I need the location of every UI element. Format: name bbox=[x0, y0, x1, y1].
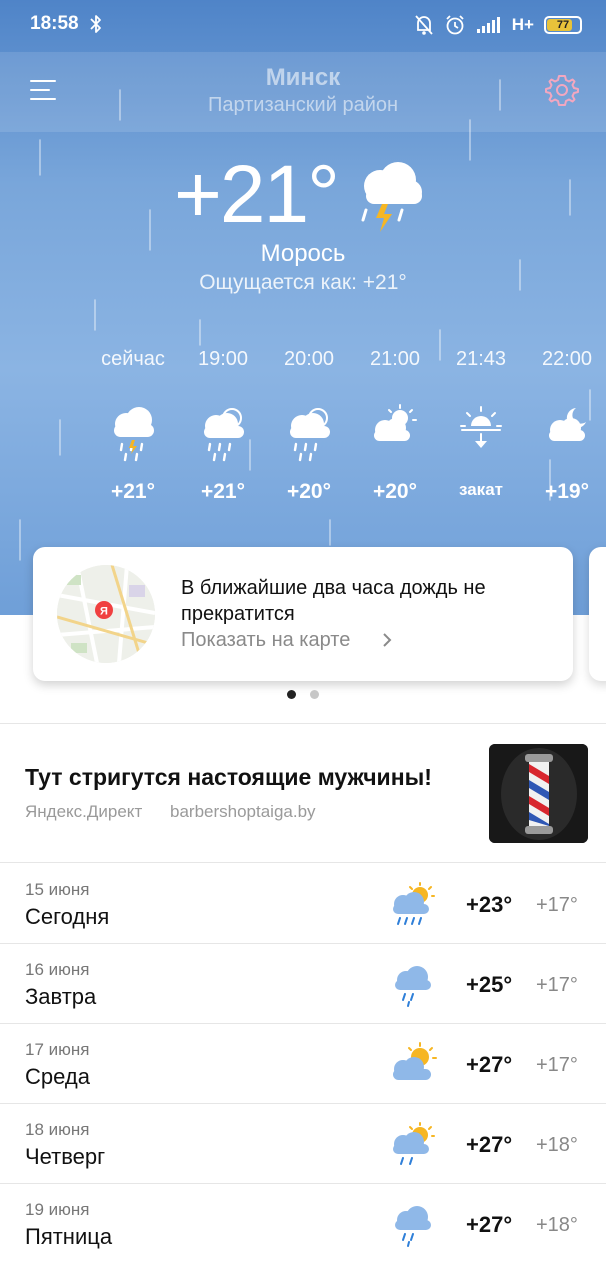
hourly-time: 20:00 bbox=[283, 348, 335, 370]
daily-high: +27° bbox=[466, 1132, 513, 1157]
daily-high: +25° bbox=[466, 972, 513, 997]
daily-date: 18 июня bbox=[25, 1120, 90, 1139]
battery-percent: 77 bbox=[556, 19, 570, 31]
daily-row[interactable]: 18 июня Четверг +27° +18° bbox=[0, 1104, 606, 1184]
mute-bell-icon bbox=[415, 15, 433, 35]
nowcast-card[interactable]: Я В ближайшие два часа дождь не прекрати… bbox=[33, 547, 573, 681]
ad-title[interactable]: Тут стригутся настоящие мужчины! bbox=[25, 764, 432, 791]
status-bar: 18:58 H+ 77 bbox=[0, 0, 606, 50]
district-name[interactable]: Партизанский район bbox=[0, 94, 606, 117]
daily-row[interactable]: 19 июня Пятница +27° +18° bbox=[0, 1184, 606, 1264]
daily-row[interactable]: 17 июня Среда +27° +17° bbox=[0, 1024, 606, 1104]
hourly-time: 22:00 bbox=[541, 348, 593, 370]
hourly-temp: +20° bbox=[286, 480, 332, 503]
hourly-time: 21:43 bbox=[455, 348, 507, 370]
sun-cloud-rain-icon bbox=[393, 882, 435, 925]
weather-header: 18:58 H+ 77 Минск Партизанский район +21… bbox=[0, 0, 606, 615]
daily-low: +17° bbox=[536, 974, 578, 996]
ad-domain[interactable]: barbershoptaiga.by bbox=[170, 802, 316, 822]
rain-cloud-icon bbox=[114, 407, 154, 462]
hourly-item[interactable]: сейчас +21° bbox=[88, 348, 178, 504]
rain-cloud-icon bbox=[395, 966, 431, 1007]
hourly-temp: +19° bbox=[544, 480, 590, 503]
sun-cloud-rain-icon bbox=[204, 408, 244, 462]
daily-day: Завтра bbox=[25, 984, 97, 1009]
pager-dot-active bbox=[287, 690, 296, 699]
show-on-map-link[interactable]: Показать на карте bbox=[181, 629, 350, 652]
hourly-forecast[interactable]: сейчас +21° 19:00 +21° 20:00 +20° 21:00 … bbox=[84, 348, 606, 518]
daily-high: +27° bbox=[466, 1052, 513, 1077]
city-name[interactable]: Минск bbox=[0, 64, 606, 92]
pager-dot bbox=[310, 690, 319, 699]
hourly-temp: +21° bbox=[110, 480, 156, 503]
signal-icon bbox=[476, 17, 500, 33]
daily-day: Среда bbox=[25, 1064, 90, 1089]
hourly-item[interactable]: 20:00 +20° bbox=[264, 348, 354, 504]
hourly-item[interactable]: 19:00 +21° bbox=[178, 348, 268, 504]
status-icons: H+ 77 bbox=[414, 12, 582, 38]
daily-date: 17 июня bbox=[25, 1040, 90, 1059]
daily-day: Четверг bbox=[25, 1144, 106, 1169]
battery-icon: 77 bbox=[544, 16, 582, 34]
daily-low: +17° bbox=[536, 1054, 578, 1076]
thunder-rain-cloud-icon bbox=[361, 162, 422, 232]
barber-pole-image[interactable] bbox=[489, 744, 588, 843]
daily-date: 19 июня bbox=[25, 1200, 90, 1219]
hourly-time: сейчас bbox=[101, 348, 165, 370]
daily-row[interactable]: 16 июня Завтра +25° +17° bbox=[0, 944, 606, 1024]
sun-cloud-icon bbox=[393, 1042, 437, 1080]
hourly-item[interactable]: 22:00 +19° bbox=[522, 348, 606, 504]
daily-low: +18° bbox=[536, 1134, 578, 1156]
pager-dots bbox=[0, 690, 606, 702]
hourly-temp: +21° bbox=[200, 480, 246, 503]
hourly-temp: закат bbox=[459, 480, 503, 499]
daily-row[interactable]: 15 июня Сегодня +23° +17° bbox=[0, 864, 606, 944]
divider bbox=[0, 862, 606, 863]
moon-cloud-icon bbox=[549, 408, 586, 441]
daily-day: Сегодня bbox=[25, 904, 110, 929]
sun-cloud-icon bbox=[374, 404, 417, 441]
hourly-item[interactable]: 21:00 +20° bbox=[350, 348, 440, 504]
hourly-temp: +20° bbox=[372, 480, 418, 503]
network-type: H+ bbox=[511, 15, 534, 34]
feels-like: Ощущается как: +21° bbox=[199, 271, 407, 294]
current-condition: Морось bbox=[260, 240, 346, 267]
daily-low: +17° bbox=[536, 894, 578, 916]
current-temperature: +21° bbox=[174, 149, 340, 240]
ad-source: Яндекс.Директ bbox=[25, 802, 143, 821]
hourly-time: 21:00 bbox=[369, 348, 421, 370]
daily-date: 15 июня bbox=[25, 880, 90, 899]
sun-cloud-rain-icon bbox=[393, 1122, 435, 1165]
settings-gear-icon[interactable] bbox=[544, 72, 580, 108]
alarm-icon bbox=[446, 15, 464, 35]
sunset-icon bbox=[460, 406, 502, 448]
status-time: 18:58 bbox=[30, 13, 79, 34]
rain-cloud-icon bbox=[395, 1206, 431, 1247]
sun-cloud-rain-icon bbox=[290, 408, 330, 462]
top-bar: Минск Партизанский район bbox=[0, 52, 606, 132]
next-card-peek[interactable] bbox=[589, 547, 606, 681]
hourly-item[interactable]: 21:43 закат bbox=[436, 348, 526, 500]
divider bbox=[0, 723, 606, 724]
daily-low: +18° bbox=[536, 1214, 578, 1236]
nowcast-message: В ближайшие два часа дождь не прекратитс… bbox=[181, 577, 486, 625]
daily-date: 16 июня bbox=[25, 960, 90, 979]
hourly-time: 19:00 bbox=[197, 348, 249, 370]
map-thumbnail[interactable]: Я bbox=[57, 565, 155, 663]
bluetooth-icon bbox=[90, 15, 101, 33]
map-marker: Я bbox=[100, 606, 108, 618]
daily-high: +23° bbox=[466, 892, 513, 917]
chevron-right-icon[interactable] bbox=[381, 631, 393, 649]
daily-day: Пятница bbox=[25, 1224, 113, 1249]
daily-high: +27° bbox=[466, 1212, 513, 1237]
